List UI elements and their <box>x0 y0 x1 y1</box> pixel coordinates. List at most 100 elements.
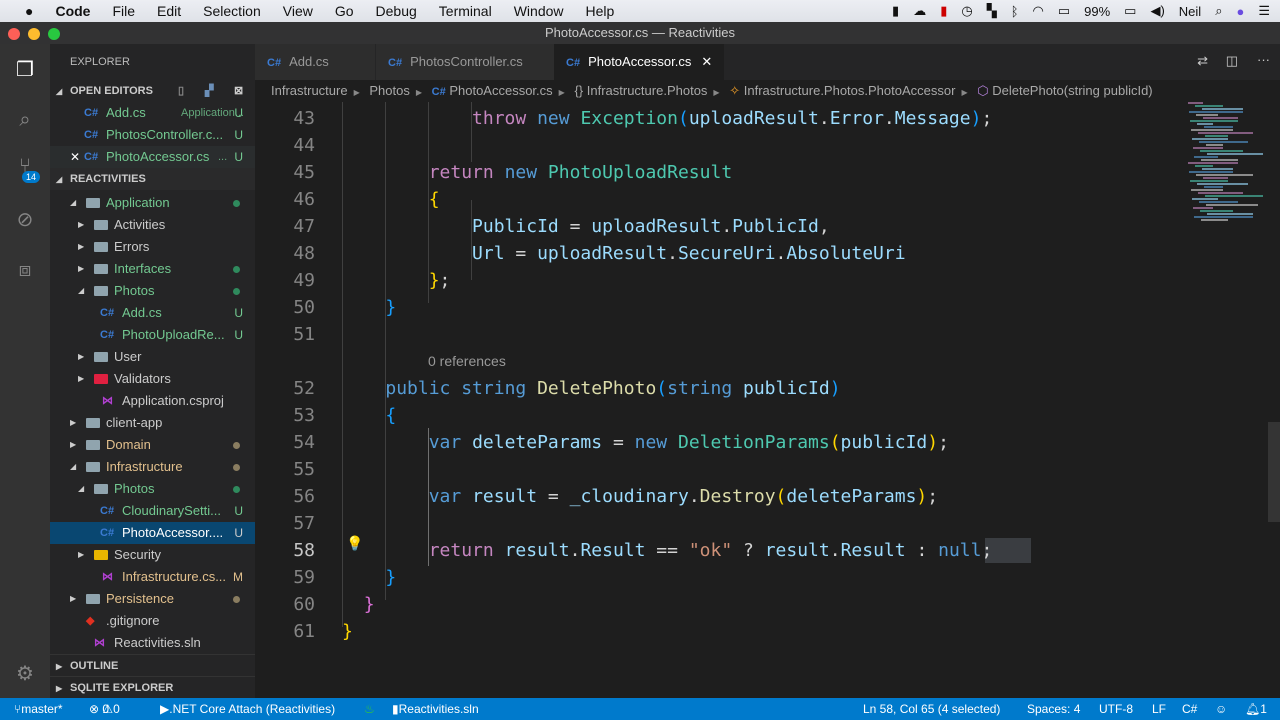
tree-item[interactable]: ⋈ Application.csproj <box>50 390 255 412</box>
tab-add-cs[interactable]: C# Add.cs <box>255 44 375 80</box>
tree-item[interactable]: C# CloudinarySetti... U <box>50 500 255 522</box>
code-line[interactable]: Url = uploadResult.SecureUri.AbsoluteUri <box>342 240 906 267</box>
airplay-icon[interactable]: ▭ <box>1058 3 1070 19</box>
code-line[interactable]: return new PhotoUploadResult <box>342 159 732 186</box>
new-untitled-file-icon[interactable]: ▯ <box>178 80 184 102</box>
close-all-icon[interactable]: ⊠ <box>234 80 243 102</box>
code-line[interactable]: } <box>342 591 375 618</box>
breadcrumb-item[interactable]: Infrastructure <box>271 83 348 98</box>
chevron-right-icon[interactable]: ▶ <box>78 346 84 368</box>
code-line[interactable]: { <box>342 186 440 213</box>
debug-icon[interactable]: ⊘ <box>13 208 37 232</box>
extensions-icon[interactable]: ⧈ <box>13 258 37 282</box>
tree-item[interactable]: ▶ Validators <box>50 368 255 390</box>
open-editors-header[interactable]: ◢ OPEN EDITORS ▯ ▞ ⊠ <box>50 80 255 102</box>
chevron-right-icon[interactable]: ▶ <box>78 258 84 280</box>
chevron-right-icon[interactable]: ▶ <box>78 544 84 566</box>
close-editor-icon[interactable]: ✕ <box>70 146 80 168</box>
menu-selection[interactable]: Selection <box>192 3 272 19</box>
breadcrumb-item[interactable]: Infrastructure.Photos.PhotoAccessor <box>744 83 956 98</box>
maximize-window-button[interactable] <box>48 28 60 40</box>
volume-icon[interactable]: ◀) <box>1150 3 1164 19</box>
tree-item[interactable]: ◢ Photos <box>50 280 255 302</box>
chevron-right-icon[interactable]: ▶ <box>70 588 76 610</box>
settings-gear-icon[interactable]: ⚙ <box>13 662 37 686</box>
open-changes-icon[interactable]: ⇄ <box>1197 53 1208 69</box>
tree-item[interactable]: ⋈ Infrastructure.cs... M <box>50 566 255 588</box>
codelens-references[interactable]: 0 references <box>428 348 506 375</box>
solution-selector[interactable]: ▮ Reactivities.sln <box>392 698 479 720</box>
minimize-window-button[interactable] <box>28 28 40 40</box>
tree-item[interactable]: C# Add.cs U <box>50 302 255 324</box>
chevron-right-icon[interactable]: ▶ <box>70 434 76 456</box>
scrollbar[interactable] <box>1268 422 1280 522</box>
notifications[interactable]: 🔔︎ 1 <box>1245 698 1267 720</box>
problems-indicator[interactable]: ⊗ 0 ⚠ 0 <box>89 698 120 720</box>
code-line[interactable]: public string DeletePhoto(string publicI… <box>342 375 840 402</box>
spotlight-search-icon[interactable]: ⌕ <box>1215 3 1222 19</box>
tree-item[interactable]: ▶ Interfaces <box>50 258 255 280</box>
chevron-right-icon[interactable]: ▶ <box>78 368 84 390</box>
tree-item[interactable]: ◢ Photos <box>50 478 255 500</box>
split-editor-icon[interactable]: ◫ <box>1226 53 1238 69</box>
tree-item[interactable]: ⋈ Reactivities.sln <box>50 632 255 654</box>
tree-item[interactable]: ◢ Application <box>50 192 255 214</box>
menu-terminal[interactable]: Terminal <box>428 3 503 19</box>
cloud-icon[interactable]: ☁ <box>913 3 926 19</box>
chevron-down-icon[interactable]: ◢ <box>70 456 76 478</box>
menu-debug[interactable]: Debug <box>365 3 428 19</box>
code-line[interactable]: throw new Exception(uploadResult.Error.M… <box>342 105 992 132</box>
menu-go[interactable]: Go <box>324 3 365 19</box>
open-editor-item[interactable]: ✕ C# PhotoAccessor.cs... U <box>50 146 255 168</box>
code-line[interactable]: } <box>342 618 353 645</box>
battery-percent[interactable]: 99% <box>1084 4 1110 19</box>
tree-item[interactable]: ▶ Errors <box>50 236 255 258</box>
layout-icon[interactable]: ▚ <box>987 3 997 19</box>
breadcrumb-item[interactable]: Photos <box>369 83 409 98</box>
chevron-down-icon[interactable]: ◢ <box>78 280 84 302</box>
save-all-icon[interactable]: ▞ <box>205 80 213 102</box>
code-line[interactable]: { <box>342 402 396 429</box>
breadcrumb-item[interactable]: Infrastructure.Photos <box>587 83 708 98</box>
tree-item[interactable]: ▶ Domain <box>50 434 255 456</box>
time-machine-icon[interactable]: ◷ <box>961 3 972 19</box>
tree-item[interactable]: ▶ Persistence <box>50 588 255 610</box>
breadcrumb-item[interactable]: DeletePhoto(string publicId) <box>992 83 1152 98</box>
cursor-position[interactable]: Ln 58, Col 65 (4 selected) <box>863 698 1000 720</box>
tab-photo-accessor[interactable]: C# PhotoAccessor.cs ✕ <box>554 44 724 80</box>
close-window-button[interactable] <box>8 28 20 40</box>
tree-item[interactable]: C# PhotoAccessor.... U <box>50 522 255 544</box>
feedback-smiley-icon[interactable]: ☺ <box>1215 698 1227 720</box>
wifi-icon[interactable]: ◠ <box>1033 3 1044 19</box>
tree-item[interactable]: ◆ .gitignore <box>50 610 255 632</box>
menu-help[interactable]: Help <box>575 3 626 19</box>
code-line[interactable]: var deleteParams = new DeletionParams(pu… <box>342 429 949 456</box>
chevron-down-icon[interactable]: ◢ <box>78 478 84 500</box>
breadcrumb-item[interactable]: PhotoAccessor.cs <box>449 83 552 98</box>
code-line[interactable]: var result = _cloudinary.Destroy(deleteP… <box>342 483 938 510</box>
code-line[interactable]: } <box>342 564 396 591</box>
chevron-down-icon[interactable]: ◢ <box>70 192 76 214</box>
code-line[interactable]: return result.Result == "ok" ? result.Re… <box>342 537 993 564</box>
menu-file[interactable]: File <box>101 3 146 19</box>
tree-item[interactable]: C# PhotoUploadRe... U <box>50 324 255 346</box>
indentation[interactable]: Spaces: 4 <box>1027 698 1080 720</box>
chevron-right-icon[interactable]: ▶ <box>78 236 84 258</box>
search-icon[interactable]: ⌕ <box>13 108 37 132</box>
code-line[interactable]: PublicId = uploadResult.PublicId, <box>342 213 830 240</box>
tree-item[interactable]: ▶ client-app <box>50 412 255 434</box>
open-editor-item[interactable]: C# PhotosController.c... U <box>50 124 255 146</box>
sqlite-explorer-header[interactable]: ▶ SQLITE EXPLORER <box>50 676 255 698</box>
paint-roller-icon[interactable]: ▮ <box>892 3 899 19</box>
tree-item[interactable]: ▶ Security <box>50 544 255 566</box>
chevron-right-icon[interactable]: ▶ <box>78 214 84 236</box>
apple-menu-icon[interactable]: ● <box>14 3 44 19</box>
close-tab-icon[interactable]: ✕ <box>701 54 712 69</box>
encoding[interactable]: UTF-8 <box>1099 698 1133 720</box>
outline-header[interactable]: ▶ OUTLINE <box>50 654 255 676</box>
tab-photos-controller[interactable]: C# PhotosController.cs <box>375 44 554 80</box>
menu-edit[interactable]: Edit <box>146 3 192 19</box>
code-editor[interactable]: 43 throw new Exception(uploadResult.Erro… <box>255 102 1280 698</box>
menu-view[interactable]: View <box>272 3 324 19</box>
git-branch[interactable]: ⑂ master* <box>14 698 63 720</box>
